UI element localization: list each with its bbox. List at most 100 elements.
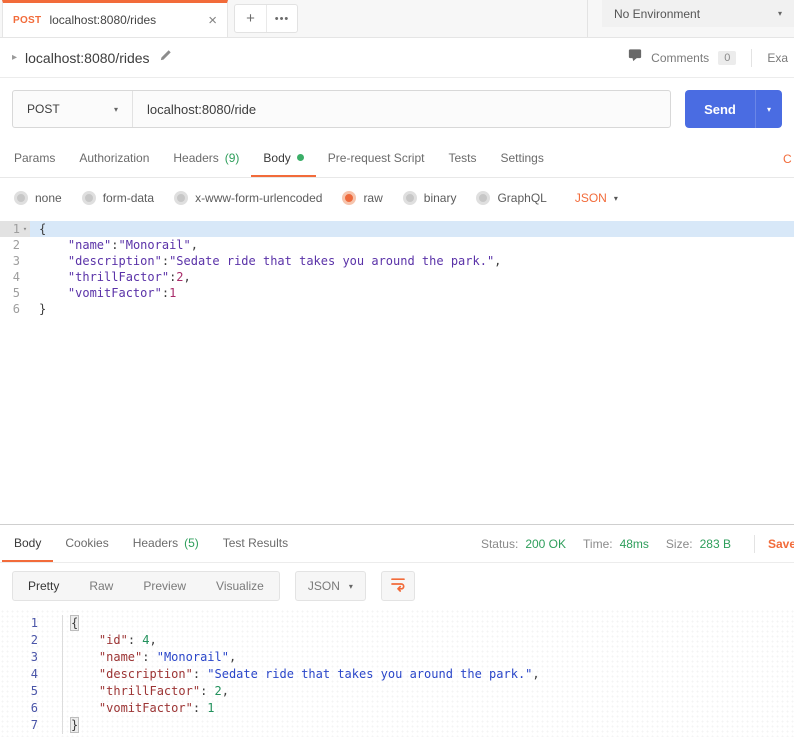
response-tabs-row: Body Cookies Headers (5) Test Results St… xyxy=(0,525,794,563)
send-button-group: Send ▾ xyxy=(685,90,782,128)
radio-binary[interactable]: binary xyxy=(402,191,456,205)
time-label: Time: xyxy=(583,536,613,551)
chevron-down-icon: ▾ xyxy=(766,104,771,114)
code-line[interactable]: 1 ▾{ xyxy=(0,221,794,237)
examples-link[interactable]: Exa xyxy=(767,51,788,65)
code-line[interactable]: 2 "name":"Monorail", xyxy=(0,237,794,253)
method-value: POST xyxy=(27,102,60,116)
radio-raw[interactable]: raw xyxy=(342,191,383,205)
code-text: "description":"Sedate ride that takes yo… xyxy=(67,254,502,268)
wrap-lines-button[interactable] xyxy=(380,571,415,601)
tab-options-button[interactable]: ••• xyxy=(266,5,297,32)
code-line[interactable]: 5 "thrillFactor": 2, xyxy=(0,683,794,700)
tab-params[interactable]: Params xyxy=(2,140,67,177)
environment-selector[interactable]: No Environment ▾ xyxy=(602,0,794,27)
code-text: "name":"Monorail", xyxy=(67,238,198,252)
code-text: "name": "Monorail", xyxy=(62,649,794,666)
close-icon[interactable]: × xyxy=(208,12,217,29)
radio-selected-icon xyxy=(342,191,357,205)
body-language-selector[interactable]: JSON ▾ xyxy=(575,191,618,205)
request-tab[interactable]: POST localhost:8080/rides × xyxy=(2,0,228,37)
chevron-down-icon: ▾ xyxy=(777,9,782,18)
send-options-button[interactable]: ▾ xyxy=(755,90,782,128)
comments-count-badge: 0 xyxy=(718,50,737,65)
code-line[interactable]: 6 "vomitFactor": 1 xyxy=(0,700,794,717)
code-text: "id": 4, xyxy=(62,632,794,649)
comments-label[interactable]: Comments xyxy=(651,51,709,65)
code-text: { xyxy=(62,615,794,632)
time-value: 48ms xyxy=(619,536,649,551)
code-text: } xyxy=(39,302,47,316)
radio-icon xyxy=(14,191,28,205)
environment-area: No Environment ▾ xyxy=(587,0,794,37)
request-tabs: Params Authorization Headers (9) Body Pr… xyxy=(0,140,794,178)
code-line[interactable]: 1{ xyxy=(0,615,794,632)
status-value: 200 OK xyxy=(525,536,567,551)
divider xyxy=(753,534,755,553)
code-text: "description": "Sedate ride that takes y… xyxy=(62,666,794,683)
request-title: localhost:8080/rides xyxy=(25,49,150,66)
method-selector[interactable]: POST ▾ xyxy=(13,91,133,127)
code-line[interactable]: 2 "id": 4, xyxy=(0,632,794,649)
line-number: 4 xyxy=(30,667,38,681)
radio-form-data[interactable]: form-data xyxy=(81,191,154,205)
collapse-caret-icon[interactable]: ▸ xyxy=(12,52,17,63)
line-number: 3 xyxy=(30,650,38,664)
tab-settings[interactable]: Settings xyxy=(489,140,556,177)
code-text: "thrillFactor": 2, xyxy=(62,683,794,700)
view-pretty[interactable]: Pretty xyxy=(13,572,74,600)
tab-tests[interactable]: Tests xyxy=(436,140,488,177)
comment-icon[interactable] xyxy=(628,48,642,67)
line-number: 6 xyxy=(12,302,20,316)
chevron-down-icon: ▾ xyxy=(113,104,118,114)
response-toolbar: Pretty Raw Preview Visualize JSON ▾ xyxy=(0,563,794,609)
tab-bar: POST localhost:8080/rides × + ••• No Env… xyxy=(0,0,794,38)
response-tab-body[interactable]: Body xyxy=(2,525,54,562)
view-raw[interactable]: Raw xyxy=(74,572,128,600)
line-number: 4 xyxy=(12,270,20,284)
chevron-down-icon: ▾ xyxy=(348,581,353,591)
response-headers-count: (5) xyxy=(184,535,199,550)
code-line[interactable]: 3 "name": "Monorail", xyxy=(0,649,794,666)
line-number: 7 xyxy=(30,718,38,732)
response-tab-test-results[interactable]: Test Results xyxy=(211,525,300,562)
edit-icon[interactable] xyxy=(159,49,172,67)
fold-caret-icon[interactable]: ▾ xyxy=(20,221,30,237)
line-number: 6 xyxy=(30,701,38,715)
radio-icon xyxy=(476,191,491,205)
view-preview[interactable]: Preview xyxy=(128,572,201,600)
tab-headers[interactable]: Headers (9) xyxy=(161,140,251,177)
code-line[interactable]: 6} xyxy=(0,301,794,317)
title-row-actions: Comments 0 Exa xyxy=(628,48,788,67)
tab-authorization[interactable]: Authorization xyxy=(67,140,161,177)
response-body-viewer[interactable]: 1{2 "id": 4, 3 "name": "Monorail", 4 "desc… xyxy=(0,609,794,737)
radio-none[interactable]: none xyxy=(14,191,62,205)
code-line[interactable]: 3 "description":"Sedate ride that takes … xyxy=(0,253,794,269)
code-line[interactable]: 7} xyxy=(0,717,794,734)
tab-pre-request-script[interactable]: Pre-request Script xyxy=(316,140,437,177)
send-button[interactable]: Send xyxy=(685,90,755,128)
response-status-group: Status: 200 OK Time: 48ms Size: 283 B Sa… xyxy=(481,525,794,562)
response-tab-cookies[interactable]: Cookies xyxy=(53,525,120,562)
code-line[interactable]: 4 "thrillFactor":2, xyxy=(0,269,794,285)
line-number: 3 xyxy=(12,254,20,268)
url-input[interactable] xyxy=(133,91,670,127)
save-response-button[interactable]: Save xyxy=(768,537,794,551)
line-number: 2 xyxy=(30,633,38,647)
wrap-lines-icon xyxy=(390,575,406,597)
view-visualize[interactable]: Visualize xyxy=(201,572,279,600)
request-title-row: ▸ localhost:8080/rides Comments 0 Exa xyxy=(0,38,794,78)
code-line[interactable]: 5 "vomitFactor":1 xyxy=(0,285,794,301)
line-number: 1 xyxy=(30,616,38,630)
request-body-editor[interactable]: 1 ▾{2 "name":"Monorail", 3 "description":"… xyxy=(0,218,794,525)
code-line[interactable]: 4 "description": "Sedate ride that takes… xyxy=(0,666,794,683)
response-tab-headers[interactable]: Headers (5) xyxy=(121,525,211,562)
radio-graphql[interactable]: GraphQL xyxy=(476,191,547,205)
tab-method-badge: POST xyxy=(13,14,42,26)
radio-x-www-form-urlencoded[interactable]: x-www-form-urlencoded xyxy=(174,191,322,205)
cookies-link[interactable]: C xyxy=(783,140,792,177)
response-language-selector[interactable]: JSON ▾ xyxy=(294,571,366,601)
new-tab-button[interactable]: + xyxy=(235,5,266,32)
tab-body[interactable]: Body xyxy=(251,140,316,177)
radio-icon xyxy=(81,191,96,205)
